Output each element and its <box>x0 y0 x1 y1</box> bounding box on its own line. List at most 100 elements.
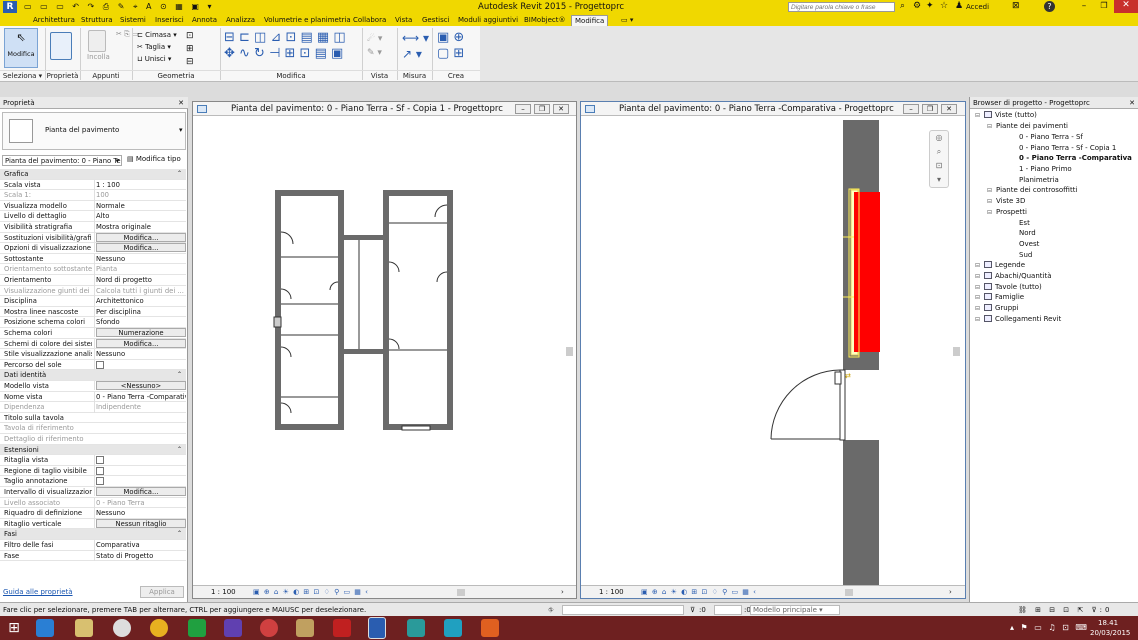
property-row[interactable]: Livello di dettaglio Alto <box>0 211 186 222</box>
filter-icon[interactable]: ⊽ <box>690 603 695 617</box>
property-value[interactable]: Architettonico <box>94 296 186 307</box>
restore-button[interactable]: ❐ <box>922 104 938 114</box>
property-value[interactable]: Alto <box>94 211 186 222</box>
store-icon[interactable] <box>188 619 206 637</box>
expand-icon[interactable]: ⊟ <box>987 197 996 207</box>
geometry-tools-icon[interactable]: ⊡ ⊞ ⊟ <box>186 30 194 69</box>
help-link[interactable]: Guida alle proprietà <box>3 588 73 596</box>
property-value[interactable]: Modifica... <box>94 338 186 348</box>
close-button[interactable]: ✕ <box>941 104 957 114</box>
property-value[interactable]: Per disciplina <box>94 306 186 318</box>
property-row[interactable]: Sottostante Nessuno <box>0 253 186 265</box>
tree-item[interactable]: ⊟ Gruppi <box>975 303 1019 314</box>
property-edit-button[interactable]: Modifica... <box>96 232 186 242</box>
property-section[interactable]: Grafica ⌃ <box>0 169 186 180</box>
apply-button[interactable]: Applica <box>140 586 184 598</box>
floor-plan-drawing[interactable] <box>193 117 576 587</box>
circle-app-icon[interactable] <box>113 619 131 637</box>
property-row[interactable]: Opzioni di visualizzazione ... Modifica..… <box>0 243 186 254</box>
view-control-bar[interactable]: 1 : 100 ▣ ⊕ ⌂ ☀ ◐ ⊞ ⊡ ♢ ⚲ ▭ ▦ ‹ › <box>581 585 965 598</box>
navigation-bar[interactable]: ◎ ⌕ ⊡ ▾ <box>929 130 949 188</box>
property-edit-button[interactable]: <Nessuno> <box>96 381 186 390</box>
maximize-button[interactable]: ❐ <box>1094 1 1114 12</box>
type-selector[interactable]: Pianta del pavimento ▾ <box>2 112 186 150</box>
revit-taskbar-icon[interactable] <box>368 617 386 639</box>
favorites-icon[interactable]: ☆ <box>940 1 948 11</box>
tree-item[interactable]: ⊟ Famiglie <box>975 292 1024 303</box>
create-icon[interactable]: ▣ ⊕ ▢ ⊞ <box>437 30 464 62</box>
property-edit-button[interactable]: Modifica... <box>96 487 186 496</box>
property-row[interactable]: Intervallo di visualizzazione Modifica... <box>0 487 186 498</box>
chrome-icon[interactable] <box>150 619 168 637</box>
property-row[interactable]: Riquadro di definizione Nessuno <box>0 508 186 519</box>
ribbon-toggle-icon[interactable]: ▭ ▾ <box>621 16 633 24</box>
property-row[interactable]: Visualizzazione giunti dei ... Calcola tu… <box>0 285 186 297</box>
property-value[interactable]: Normale <box>94 200 186 212</box>
tree-item[interactable]: Sud <box>1010 250 1032 260</box>
property-row[interactable]: Ritaglia vista <box>0 455 186 468</box>
view-control-icons[interactable]: ▣ ⊕ ⌂ ☀ ◐ ⊞ ⊡ ♢ ⚲ ▭ ▦ ‹ <box>641 586 757 599</box>
minimize-button[interactable]: – <box>903 104 919 114</box>
edit-type-button[interactable]: ▤ Modifica tipo <box>127 155 181 163</box>
tree-item[interactable]: ⊟ Abachi/Quantità <box>975 271 1052 282</box>
collapse-icon[interactable]: ⌃ <box>177 169 182 180</box>
tab-annota[interactable]: Annota <box>189 15 220 26</box>
modify-button[interactable]: ⇖ Modifica <box>4 28 38 68</box>
tree-item[interactable]: ⊟ Legende <box>975 260 1025 271</box>
navisworks-icon[interactable] <box>407 619 425 637</box>
model-dropdown[interactable]: Modello principale ▾ <box>750 605 840 615</box>
property-value[interactable]: Mostra originale <box>94 222 186 233</box>
quick-access-toolbar[interactable]: ▭ ▭ ▭ ↶ ↷ ⎙ ✎ ⌖ A ⊙ ▦ ▣ ▾ <box>24 2 244 12</box>
property-section[interactable]: Dati identità ⌃ <box>0 370 186 381</box>
tab-bimobject[interactable]: BIMobject® <box>521 15 568 26</box>
close-icon[interactable]: ✕ <box>1129 97 1135 109</box>
tab-modifica[interactable]: Modifica <box>571 15 609 26</box>
property-value[interactable]: Nord di progetto <box>94 275 186 286</box>
comparative-plan-drawing[interactable]: ⇄ <box>581 117 965 587</box>
property-value[interactable]: Numerazione <box>94 328 186 337</box>
expand-icon[interactable]: ⊟ <box>975 111 984 121</box>
start-button[interactable]: ⊞ <box>3 618 25 638</box>
property-row[interactable]: Filtro delle fasi Comparativa <box>0 540 186 551</box>
scrollbar-horizontal[interactable] <box>457 589 465 596</box>
scroll-right-icon[interactable]: › <box>949 586 952 599</box>
join-button[interactable]: ⊔ Unisci ▾ <box>137 55 171 64</box>
close-button[interactable]: ✕ <box>1114 0 1138 13</box>
exchange-icon[interactable]: ⊠ <box>1012 1 1020 11</box>
search-input[interactable] <box>788 2 895 12</box>
paste-icon[interactable] <box>88 30 106 52</box>
tab-sistemi[interactable]: Sistemi <box>117 15 149 26</box>
view-window-plan-comparativa[interactable]: Pianta del pavimento: 0 - Piano Terra -C… <box>580 101 966 599</box>
property-row[interactable]: Fase Stato di Progetto <box>0 550 186 562</box>
scroll-right-icon[interactable]: › <box>561 586 564 599</box>
collapse-icon[interactable]: ⌃ <box>177 529 182 540</box>
tab-inserisci[interactable]: Inserisci <box>152 15 187 26</box>
property-value[interactable]: Modifica... <box>94 232 186 242</box>
view-tools-icon[interactable]: ☄ ▾ ✎ ▾ <box>367 32 382 60</box>
view-scale[interactable]: 1 : 100 <box>599 586 624 599</box>
align-icon[interactable]: ⊟ ⊏ ◫ ⊿ ⊡ ▤ ▦ ◫ ✥ ∿ ↻ ⊣ ⊞ ⊡ ▤ ▣ <box>224 30 346 62</box>
tab-architettura[interactable]: Architettura <box>30 15 78 26</box>
copy-icon[interactable]: ✂ ⎘ ▭ <box>116 30 139 39</box>
property-row[interactable]: Visualizza modello Normale <box>0 200 186 212</box>
tree-item[interactable]: ⊟ Viste (tutto) <box>975 110 1037 121</box>
property-row[interactable]: Tavola di riferimento <box>0 423 186 434</box>
tab-struttura[interactable]: Struttura <box>78 15 116 26</box>
property-row[interactable]: Disciplina Architettonico <box>0 296 186 307</box>
expand-icon[interactable]: ⊟ <box>975 315 984 325</box>
tab-volumetrie[interactable]: Volumetrie e planimetria <box>261 15 354 26</box>
tree-item[interactable]: ⊟ Piante dei controsoffitti <box>987 185 1077 196</box>
view-window-plan-copy[interactable]: Pianta del pavimento: 0 - Piano Terra - … <box>192 101 577 599</box>
selection-toggle-icons[interactable]: ⛓ ⊞ ⊟ ⊡ ⇱ ⊽:0 <box>1018 603 1112 617</box>
tab-collabora[interactable]: Collabora <box>350 15 389 26</box>
checkbox[interactable] <box>96 477 104 486</box>
view-control-icons[interactable]: ▣ ⊕ ⌂ ☀ ◐ ⊞ ⊡ ♢ ⚲ ▭ ▦ ‹ <box>253 586 369 599</box>
autodesk-app-icon[interactable] <box>444 619 462 637</box>
file-explorer-icon[interactable] <box>75 619 93 637</box>
design-options-dropdown[interactable] <box>714 605 742 615</box>
alarm-app-icon[interactable] <box>260 619 278 637</box>
property-row[interactable]: Sostituzioni visibilità/grafi... Modifica… <box>0 232 186 244</box>
property-row[interactable]: Mostra linee nascoste Per disciplina <box>0 306 186 318</box>
property-value[interactable]: Modifica... <box>94 243 186 253</box>
close-icon[interactable]: ✕ <box>178 97 184 109</box>
